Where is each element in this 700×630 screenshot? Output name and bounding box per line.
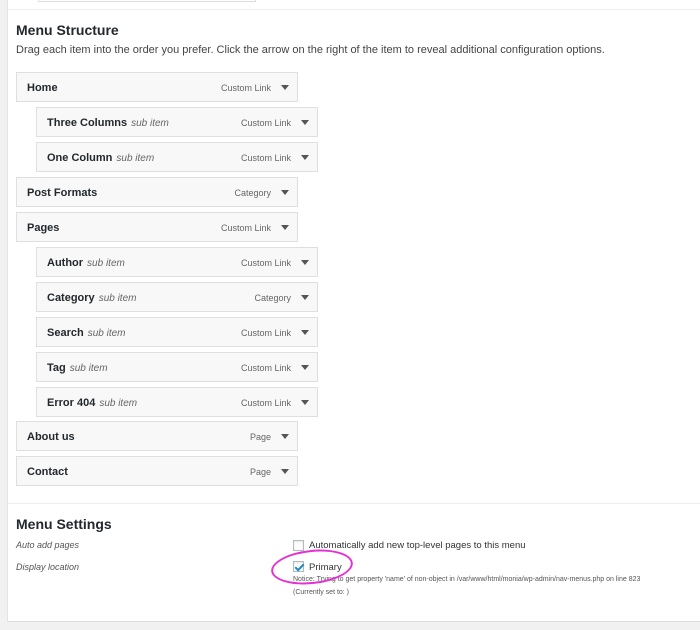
menu-item-title: Tag sub item xyxy=(47,362,108,374)
menu-item-type: Page xyxy=(249,467,271,477)
menu-item-type: Category xyxy=(254,293,291,303)
menu-instructions: Drag each item into the order you prefer… xyxy=(16,44,605,56)
php-notice: Notice: Trying to get property 'name' of… xyxy=(293,576,641,583)
menu-item-title: Category sub item xyxy=(47,292,137,304)
menu-item-pages[interactable]: Pages Custom Link xyxy=(16,212,298,242)
menu-item-type: Custom Link xyxy=(240,398,291,408)
menu-item-type: Custom Link xyxy=(240,153,291,163)
item-edit-arrow-icon[interactable] xyxy=(301,400,309,405)
menu-item-title: Pages xyxy=(27,222,60,234)
sub-item-tag: sub item xyxy=(69,363,108,374)
menu-item-type: Custom Link xyxy=(240,328,291,338)
sub-item-tag: sub item xyxy=(131,118,169,129)
menu-item-three-columns[interactable]: Three Columns sub item Custom Link xyxy=(36,107,318,137)
display-location-label: Display location xyxy=(16,562,80,572)
menu-item-tag[interactable]: Tag sub item Custom Link xyxy=(36,352,318,382)
menu-item-type: Custom Link xyxy=(240,118,291,128)
sub-item-tag: sub item xyxy=(116,153,155,164)
menu-item-title: Search sub item xyxy=(47,327,126,339)
menu-settings-heading: Menu Settings xyxy=(16,516,112,532)
item-edit-arrow-icon[interactable] xyxy=(301,295,309,300)
sub-item-tag: sub item xyxy=(87,258,125,269)
menu-item-post-formats[interactable]: Post Formats Category xyxy=(16,177,298,207)
item-edit-arrow-icon[interactable] xyxy=(281,225,289,230)
menu-item-category[interactable]: Category sub item Category xyxy=(36,282,318,312)
menu-item-title: One Column sub item xyxy=(47,152,155,164)
auto-add-pages-option[interactable]: Automatically add new top-level pages to… xyxy=(309,540,526,551)
menu-item-error-404[interactable]: Error 404 sub item Custom Link xyxy=(36,387,318,417)
menu-item-type: Custom Link xyxy=(220,83,271,93)
auto-add-pages-label: Auto add pages xyxy=(16,540,80,550)
menu-item-type: Custom Link xyxy=(240,363,291,373)
sub-item-tag: sub item xyxy=(99,398,138,409)
menu-item-title: Post Formats xyxy=(27,187,98,199)
item-edit-arrow-icon[interactable] xyxy=(301,155,309,160)
menu-structure-heading: Menu Structure xyxy=(16,22,119,38)
item-edit-arrow-icon[interactable] xyxy=(281,434,289,439)
menu-item-contact[interactable]: Contact Page xyxy=(16,456,298,486)
item-edit-arrow-icon[interactable] xyxy=(301,120,309,125)
menu-item-type: Custom Link xyxy=(240,258,291,268)
menu-item-home[interactable]: Home Custom Link xyxy=(16,72,298,102)
item-edit-arrow-icon[interactable] xyxy=(301,260,309,265)
menu-item-type: Page xyxy=(249,432,271,442)
menu-item-title: About us xyxy=(27,431,75,443)
currently-set-text: (Currently set to: ) xyxy=(293,589,350,596)
item-edit-arrow-icon[interactable] xyxy=(301,330,309,335)
auto-add-pages-checkbox[interactable] xyxy=(293,540,304,551)
item-edit-arrow-icon[interactable] xyxy=(301,365,309,370)
menu-name-input[interactable] xyxy=(38,0,256,2)
sub-item-tag: sub item xyxy=(87,328,126,339)
menu-item-type: Category xyxy=(234,188,271,198)
menu-item-about-us[interactable]: About us Page xyxy=(16,421,298,451)
item-edit-arrow-icon[interactable] xyxy=(281,469,289,474)
menu-item-title: Author sub item xyxy=(47,257,125,269)
divider xyxy=(8,503,700,504)
menu-item-search[interactable]: Search sub item Custom Link xyxy=(36,317,318,347)
item-edit-arrow-icon[interactable] xyxy=(281,85,289,90)
menu-item-title: Three Columns sub item xyxy=(47,117,169,129)
item-edit-arrow-icon[interactable] xyxy=(281,190,289,195)
menu-item-type: Custom Link xyxy=(220,223,271,233)
sub-item-tag: sub item xyxy=(98,293,137,304)
menu-item-author[interactable]: Author sub item Custom Link xyxy=(36,247,318,277)
menu-item-title: Error 404 sub item xyxy=(47,397,138,409)
menu-item-title: Home xyxy=(27,82,58,94)
divider xyxy=(8,9,700,10)
menu-item-title: Contact xyxy=(27,466,68,478)
menu-item-one-column[interactable]: One Column sub item Custom Link xyxy=(36,142,318,172)
